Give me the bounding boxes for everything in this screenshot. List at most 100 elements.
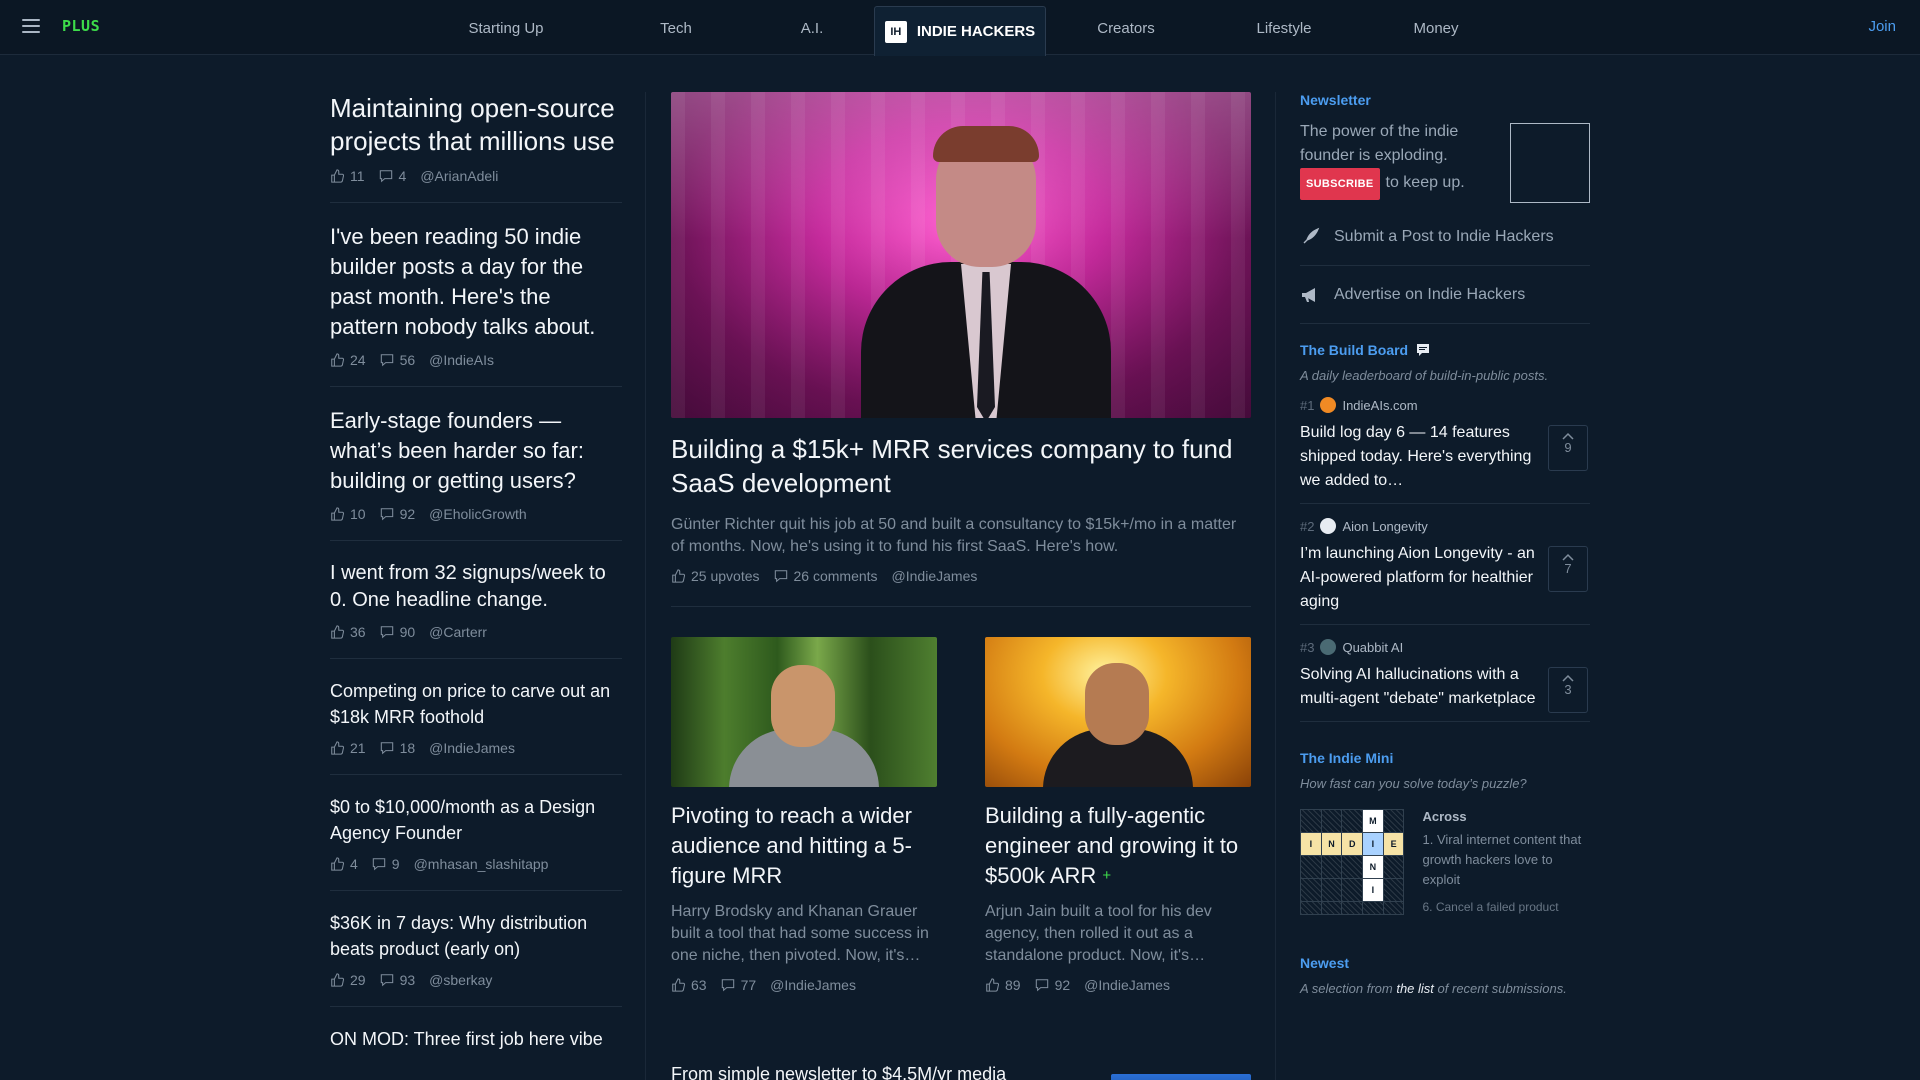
crossword-cell[interactable] [1383,810,1404,832]
card-image[interactable] [985,637,1251,787]
comment-icon[interactable] [380,973,394,987]
thumbs-up-icon[interactable] [330,625,344,639]
crossword-cell[interactable] [1383,902,1404,914]
card-title[interactable]: Pivoting to reach a wider audience and h… [671,801,937,891]
crossword-cell[interactable] [1383,856,1404,878]
the-list-link[interactable]: the list [1396,981,1434,996]
crossword-cell[interactable]: N [1363,856,1383,878]
comment-icon[interactable] [379,169,393,183]
thumbs-up-icon[interactable] [330,741,344,755]
author-link[interactable]: @IndieJames [429,740,515,756]
thumbs-up-icon[interactable] [330,169,344,183]
crossword-cell[interactable] [1342,879,1363,901]
crossword-cell[interactable] [1321,810,1342,832]
card-title[interactable]: Building a fully-agentic engineer and gr… [985,801,1251,891]
newest-label[interactable]: Newest [1300,955,1590,971]
post-title[interactable]: Competing on price to carve out an $18k … [330,678,622,730]
crossword-cell[interactable] [1301,902,1321,914]
crossword-cell[interactable] [1363,902,1383,914]
nav-tab-creators[interactable]: Creators [1076,0,1176,55]
plus-logo[interactable]: PLUS [62,17,100,35]
featured-card[interactable]: Building a fully-agentic engineer and gr… [985,637,1251,993]
post-thumbnail[interactable] [1111,1074,1251,1080]
crossword-cell[interactable] [1383,879,1404,901]
author-link[interactable]: @sberkay [429,972,492,988]
leaderboard-title[interactable]: I’m launching Aion Longevity - an AI-pow… [1300,542,1540,614]
nav-tab-tech[interactable]: Tech [636,0,716,55]
product-name[interactable]: Aion Longevity [1342,519,1427,534]
nav-tab-ai[interactable]: A.I. [772,0,852,55]
upvote-button[interactable]: 9 [1548,425,1588,471]
upvote-button[interactable]: 7 [1548,546,1588,592]
author-link[interactable]: @Carterr [429,624,487,640]
clue[interactable]: 1. Viral internet content that growth ha… [1422,830,1590,890]
post-title[interactable]: $0 to $10,000/month as a Design Agency F… [330,794,622,846]
author-link[interactable]: @IndieJames [770,977,856,993]
leaderboard-title[interactable]: Build log day 6 — 14 features shipped to… [1300,421,1540,493]
nav-tab-lifestyle[interactable]: Lifestyle [1234,0,1334,55]
product-name[interactable]: Quabbit AI [1342,640,1403,655]
crossword-cell[interactable] [1321,879,1342,901]
thumbs-up-icon[interactable] [330,353,344,367]
crossword-cell[interactable]: E [1383,833,1404,855]
thumbs-up-icon[interactable] [671,569,685,583]
post-title[interactable]: I've been reading 50 indie builder posts… [330,222,622,342]
comment-icon[interactable] [380,741,394,755]
indie-mini-label[interactable]: The Indie Mini [1300,750,1590,766]
build-board-label[interactable]: The Build Board [1300,342,1408,358]
author-link[interactable]: @IndieJames [892,568,978,584]
featured-card[interactable]: Pivoting to reach a wider audience and h… [671,637,937,993]
thumbs-up-icon[interactable] [330,973,344,987]
crossword-cell[interactable]: I [1301,833,1321,855]
thumbs-up-icon[interactable] [330,857,344,871]
nav-tab-indie-hackers[interactable]: IH INDIE HACKERS [874,6,1046,56]
comment-icon[interactable] [380,353,394,367]
crossword-cell[interactable] [1342,856,1363,878]
crossword-cell[interactable]: D [1342,833,1363,855]
comment-icon[interactable] [774,569,788,583]
thumbs-up-icon[interactable] [985,978,999,992]
subscribe-button[interactable]: SUBSCRIBE [1300,168,1380,200]
author-link[interactable]: @ArianAdeli [420,168,498,184]
author-link[interactable]: @IndieAIs [429,352,494,368]
list-item[interactable]: From simple newsletter to $4.5M/yr media [671,1064,1251,1080]
crossword-cell[interactable]: M [1363,810,1383,832]
post-title[interactable]: $36K in 7 days: Why distribution beats p… [330,910,622,962]
comment-icon[interactable] [372,857,386,871]
crossword-cell[interactable] [1321,902,1342,914]
crossword-cell[interactable] [1321,856,1342,878]
nav-tab-money[interactable]: Money [1396,0,1476,55]
nav-tab-starting-up[interactable]: Starting Up [446,0,566,55]
clue[interactable]: 6. Cancel a failed product [1422,900,1590,914]
crossword-cell[interactable] [1301,879,1321,901]
crossword-grid[interactable]: MINDIENI [1300,809,1405,915]
leaderboard-title[interactable]: Solving AI hallucinations with a multi-a… [1300,663,1540,711]
author-link[interactable]: @EholicGrowth [429,506,526,522]
post-title[interactable]: ON MOD: Three first job here vibe [330,1026,622,1052]
author-link[interactable]: @mhasan_slashitapp [414,856,549,872]
crossword-cell[interactable] [1342,810,1363,832]
advertise-link[interactable]: Advertise on Indie Hackers [1300,266,1590,324]
thumbs-up-icon[interactable] [330,507,344,521]
submit-post-link[interactable]: Submit a Post to Indie Hackers [1300,208,1590,266]
upvote-button[interactable]: 3 [1548,667,1588,713]
crossword-cell[interactable] [1342,902,1363,914]
hero-title[interactable]: Building a $15k+ MRR services company to… [671,432,1251,500]
author-link[interactable]: @IndieJames [1084,977,1170,993]
post-title[interactable]: Maintaining open-source projects that mi… [330,92,622,158]
crossword-cell[interactable] [1301,856,1321,878]
crossword-cell[interactable] [1301,810,1321,832]
hamburger-menu-icon[interactable] [22,19,40,35]
crossword-cell[interactable]: I [1363,879,1383,901]
post-title[interactable]: Early-stage founders — what’s been harde… [330,406,622,496]
hero-image[interactable] [671,92,1251,418]
thumbs-up-icon[interactable] [671,978,685,992]
comment-icon[interactable] [380,625,394,639]
card-image[interactable] [671,637,937,787]
post-title[interactable]: I went from 32 signups/week to 0. One he… [330,560,622,614]
crossword-cell[interactable]: N [1321,833,1342,855]
crossword-cell[interactable]: I [1363,833,1383,855]
comment-icon[interactable] [1035,978,1049,992]
product-name[interactable]: IndieAIs.com [1342,398,1417,413]
comment-icon[interactable] [721,978,735,992]
